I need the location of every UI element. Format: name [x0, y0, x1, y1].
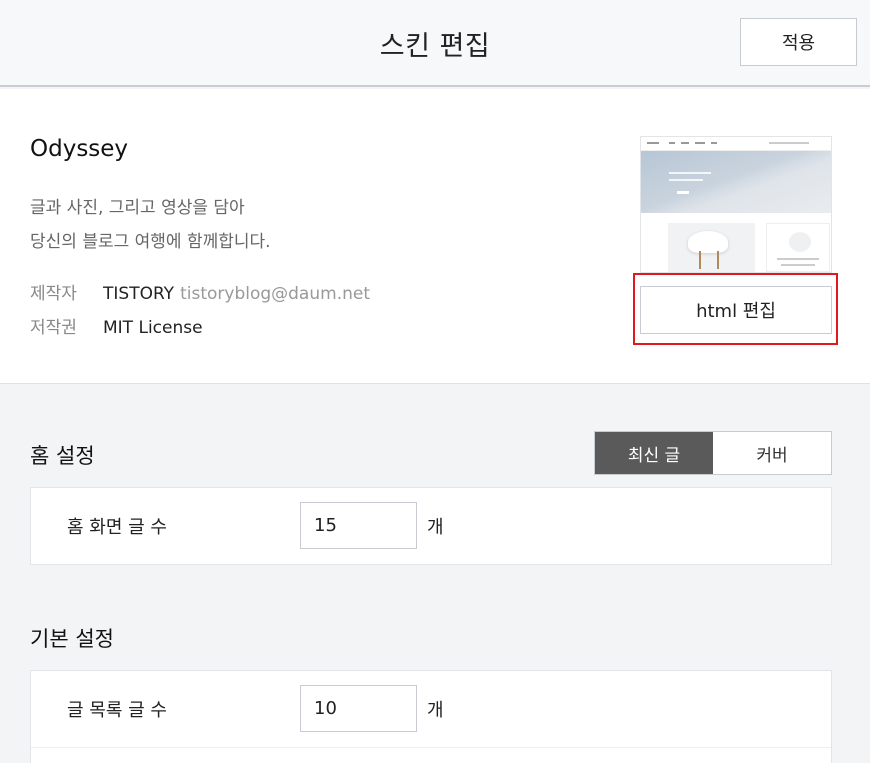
home-settings-title: 홈 설정 [30, 444, 95, 468]
skin-description-line2: 당신의 블로그 여행에 함께합니다. [30, 232, 271, 252]
apply-button[interactable]: 적용 [740, 18, 857, 66]
license-value: MIT License [103, 318, 203, 338]
row-divider [31, 747, 831, 748]
list-post-count-label: 글 목록 글 수 [67, 700, 167, 721]
preview-hero-image [641, 151, 831, 213]
home-settings-panel: 홈 화면 글 수 개 [30, 487, 832, 565]
toggle-cover[interactable]: 커버 [713, 432, 831, 474]
preview-nav [641, 137, 831, 151]
skin-name: Odyssey [30, 136, 129, 162]
toggle-latest-posts[interactable]: 최신 글 [595, 432, 713, 474]
preview-chair [688, 231, 728, 253]
home-post-count-label: 홈 화면 글 수 [67, 517, 167, 538]
skin-preview-thumbnail [640, 136, 832, 273]
author-row: 제작자 TISTORY tistoryblog@daum.net [30, 279, 370, 304]
skin-description-line1: 글과 사진, 그리고 영상을 담아 [30, 198, 245, 218]
home-post-count-input[interactable] [300, 502, 417, 549]
highlight-box [633, 273, 838, 345]
base-settings-panel: 글 목록 글 수 개 [30, 670, 832, 763]
home-type-toggle: 최신 글 커버 [594, 431, 832, 475]
license-row: 저작권 MIT License [30, 313, 203, 338]
home-post-count-unit: 개 [427, 517, 444, 538]
list-post-count-unit: 개 [427, 700, 444, 721]
preview-post-card [766, 223, 830, 272]
author-email: tistoryblog@daum.net [180, 284, 370, 304]
base-settings-title: 기본 설정 [30, 627, 114, 651]
license-label: 저작권 [30, 318, 77, 338]
author-label: 제작자 [30, 284, 77, 304]
list-post-count-input[interactable] [300, 685, 417, 732]
author-name: TISTORY [103, 284, 175, 304]
skin-info-section: Odyssey 글과 사진, 그리고 영상을 담아 당신의 블로그 여행에 함께… [0, 89, 870, 384]
header-bar: 스킨 편집 적용 [0, 0, 870, 87]
